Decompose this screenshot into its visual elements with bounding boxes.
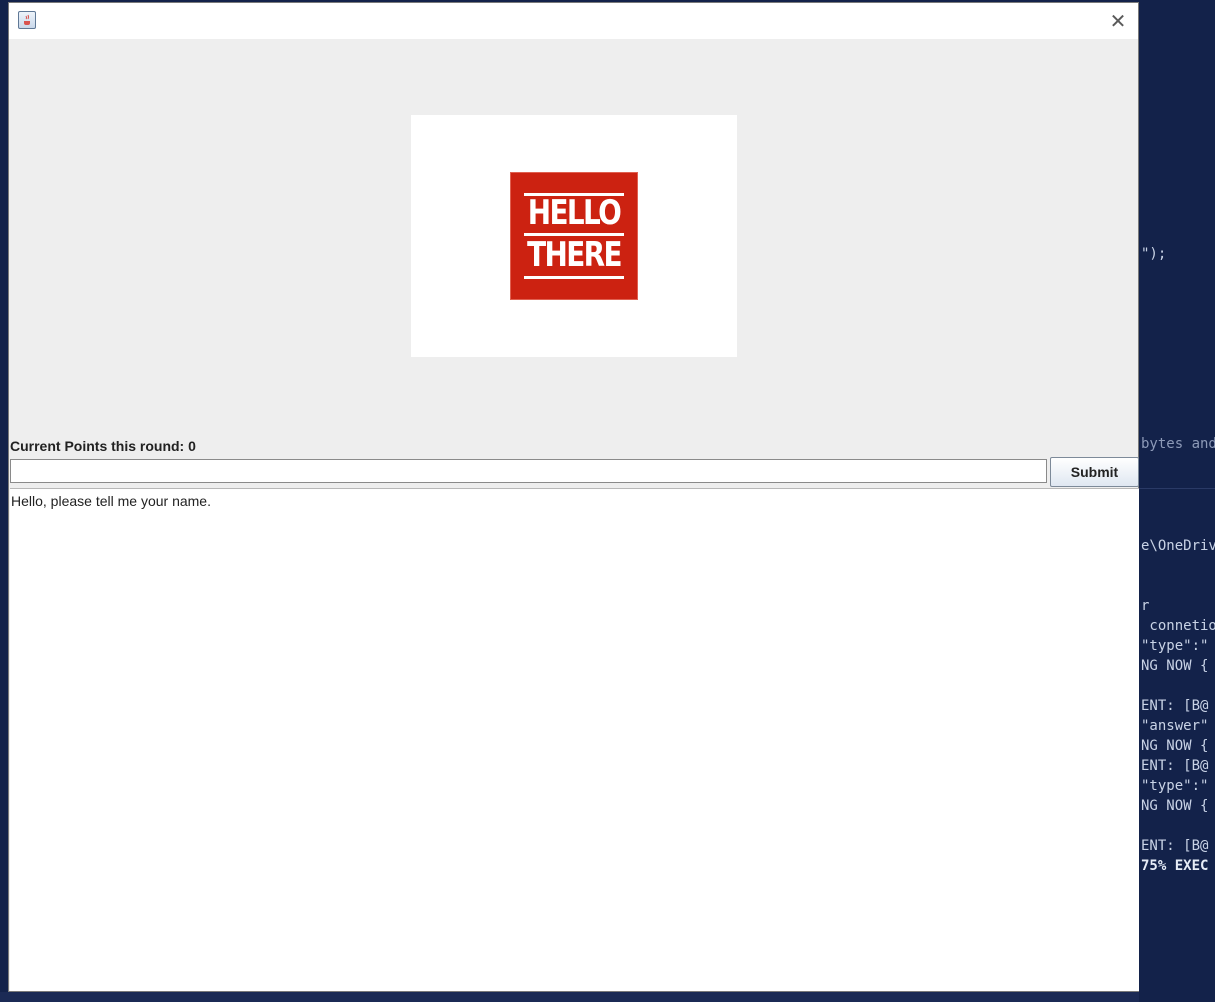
terminal-line: ENT: [B@ (1141, 758, 1209, 774)
terminal-line: connetio (1141, 618, 1215, 634)
terminal-line: "answer" (1141, 718, 1209, 734)
terminal-line: NG NOW { (1141, 798, 1209, 814)
terminal-line: ENT: [B@ (1141, 698, 1209, 714)
terminal-line: ENT: [B@ (1141, 838, 1209, 854)
background-editor: "); bytes and e\OneDriv r connetio "type… (1139, 0, 1215, 1002)
image-text-line2: THERE (527, 235, 622, 275)
editor-text-line: "); (1141, 246, 1167, 262)
terminal-line: NG NOW { (1141, 738, 1209, 754)
close-icon[interactable]: ✕ (1098, 3, 1138, 39)
java-icon (18, 11, 36, 29)
message-log[interactable]: Hello, please tell me your name. (10, 488, 1139, 991)
image-text-line1: HELLO (527, 193, 622, 233)
log-line: Hello, please tell me your name. (11, 493, 211, 509)
terminal-line: r (1141, 598, 1150, 614)
answer-input[interactable] (10, 459, 1047, 483)
submit-button[interactable]: Submit (1050, 457, 1139, 487)
editor-text-line: bytes and (1141, 436, 1215, 452)
image-panel: HELLO THERE (411, 115, 737, 357)
terminal-line: 75% EXEC (1141, 858, 1209, 874)
terminal-line: e\OneDriv (1141, 538, 1215, 554)
java-app-window: ✕ HELLO THERE Current Points this round:… (8, 2, 1139, 992)
title-bar: ✕ (9, 3, 1138, 39)
points-label: Current Points this round: 0 (10, 438, 196, 454)
background-taskbar-strip (0, 992, 1139, 1002)
terminal-line: NG NOW { (1141, 658, 1209, 674)
terminal-line: "type":" (1141, 638, 1209, 654)
editor-divider (1139, 488, 1215, 489)
hello-there-image: HELLO THERE (510, 172, 638, 300)
terminal-line: "type":" (1141, 778, 1209, 794)
logo-rule (524, 276, 624, 279)
